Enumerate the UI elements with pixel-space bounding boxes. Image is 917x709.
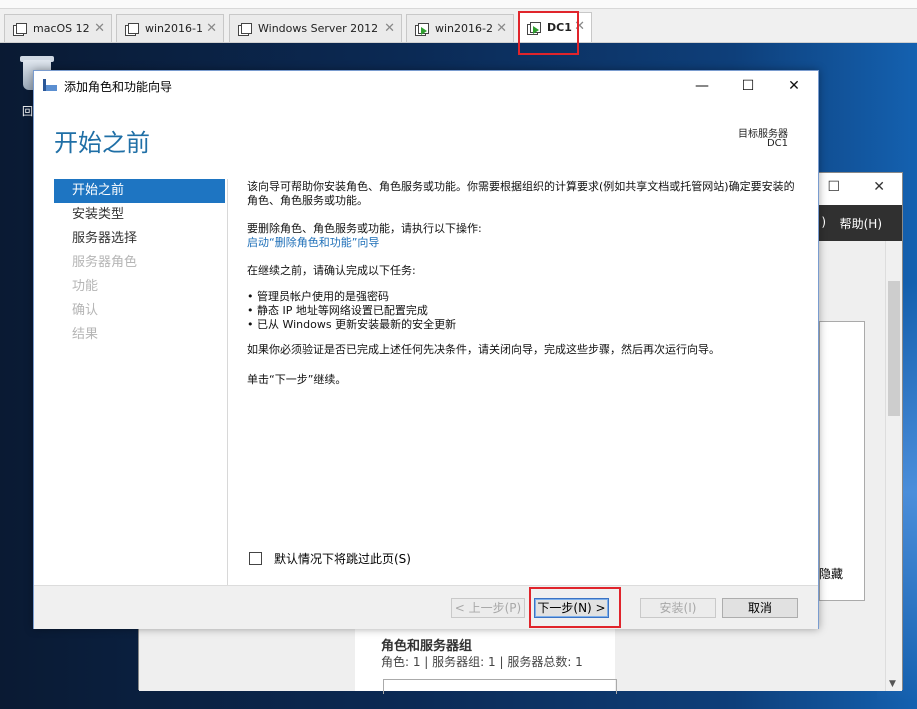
task-list: 管理员帐户使用的是强密码 静态 IP 地址等网络设置已配置完成 已从 Windo… — [247, 290, 802, 332]
vm-icon — [238, 22, 252, 36]
tab-win2016-1[interactable]: win2016-1 ✕ — [116, 14, 224, 42]
maximize-icon[interactable]: ☐ — [726, 74, 770, 98]
install-button[interactable]: 安装(I) — [640, 598, 716, 618]
nav-item-installation-type[interactable]: 安装类型 — [54, 203, 225, 227]
roles-title: 角色和服务器组 — [381, 639, 473, 654]
dashboard-panel — [819, 321, 865, 601]
click-next-text: 单击“下一步”继续。 — [247, 373, 347, 386]
help-menu[interactable]: 帮助(H) — [840, 215, 882, 232]
tab-win2016-2[interactable]: win2016-2 ✕ — [406, 14, 514, 42]
cancel-button[interactable]: 取消 — [722, 598, 798, 618]
tab-label: macOS 12 — [33, 22, 90, 35]
intro-text: 该向导可帮助你安装角色、角色服务或功能。你需要根据组织的计算要求(例如共享文档或… — [247, 180, 795, 207]
minimize-icon[interactable]: — — [680, 74, 724, 98]
tab-label: Windows Server 2012 — [258, 22, 379, 35]
tab-close-icon[interactable]: ✕ — [496, 21, 507, 36]
server-manager-app-icon — [43, 79, 57, 91]
nav-item-before-you-begin[interactable]: 开始之前 — [54, 179, 225, 203]
verify-text: 如果你必须验证是否已完成上述任何先决条件，请关闭向导，完成这些步骤，然后再次运行… — [247, 343, 720, 356]
vm-icon — [125, 22, 139, 36]
list-item: 静态 IP 地址等网络设置已配置完成 — [247, 304, 802, 318]
role-tile[interactable] — [383, 679, 617, 694]
tab-label: win2016-2 — [435, 22, 493, 35]
list-item: 管理员帐户使用的是强密码 — [247, 290, 802, 304]
wizard-titlebar: 添加角色和功能向导 — ☐ ✕ — [34, 71, 818, 101]
confirm-prompt: 在继续之前，请确认完成以下任务: — [247, 264, 416, 277]
nav-item-server-selection[interactable]: 服务器选择 — [54, 227, 225, 251]
maximize-icon[interactable]: ☐ — [827, 179, 840, 195]
wizard-window-title: 添加角色和功能向导 — [64, 80, 173, 94]
tab-close-icon[interactable]: ✕ — [94, 21, 105, 36]
tab-label: win2016-1 — [145, 22, 203, 35]
tab-windows-server-2012[interactable]: Windows Server 2012 ✕ — [229, 14, 402, 42]
wizard-footer: < 上一步(P) 下一步(N) > 安装(I) 取消 — [34, 585, 818, 629]
wizard-nav: 开始之前 安装类型 服务器选择 服务器角色 功能 确认 结果 — [54, 179, 225, 347]
skip-page-checkbox[interactable] — [249, 552, 262, 565]
remove-wizard-link[interactable]: 启动“删除角色和功能”向导 — [247, 236, 802, 250]
previous-button[interactable]: < 上一步(P) — [451, 598, 525, 618]
menu-item-fragment[interactable]: ) — [821, 215, 826, 229]
scroll-down-icon[interactable]: ▼ — [889, 679, 896, 689]
add-roles-features-wizard: 添加角色和功能向导 — ☐ ✕ 开始之前 目标服务器 DC1 开始之前 安装类型… — [33, 70, 819, 629]
vm-tab-bar: macOS 12 ✕ win2016-1 ✕ Windows Server 20… — [0, 0, 917, 43]
roles-and-groups-section: 角色和服务器组 角色: 1 | 服务器组: 1 | 服务器总数: 1 — [355, 621, 617, 694]
recycle-bin-label: 回 — [22, 105, 33, 118]
highlight-box-next-button — [529, 587, 621, 628]
highlight-box-dc1-tab — [518, 11, 579, 55]
nav-divider — [227, 179, 228, 587]
tab-bar-top-strip — [0, 0, 917, 9]
close-icon[interactable]: ✕ — [873, 179, 885, 195]
scrollbar-thumb[interactable] — [888, 281, 900, 416]
roles-summary: 角色: 1 | 服务器组: 1 | 服务器总数: 1 — [381, 655, 583, 669]
tab-macos[interactable]: macOS 12 ✕ — [4, 14, 112, 42]
page-title: 开始之前 — [54, 129, 150, 157]
server-manager-scrollbar[interactable]: ▼ — [885, 241, 902, 691]
skip-page-label: 默认情况下将跳过此页(S) — [274, 552, 411, 566]
close-icon[interactable]: ✕ — [772, 74, 816, 98]
hide-link[interactable]: 隐藏 — [819, 565, 843, 582]
remove-prompt: 要删除角色、角色服务或功能，请执行以下操作: — [247, 222, 482, 235]
wizard-body: 该向导可帮助你安装角色、角色服务或功能。你需要根据组织的计算要求(例如共享文档或… — [247, 180, 802, 387]
list-item: 已从 Windows 更新安装最新的安全更新 — [247, 318, 802, 332]
nav-item-results: 结果 — [72, 327, 99, 342]
skip-page-option[interactable]: 默认情况下将跳过此页(S) — [249, 550, 411, 567]
tab-close-icon[interactable]: ✕ — [384, 21, 395, 36]
nav-item-features: 功能 — [72, 279, 99, 294]
nav-item-confirmation: 确认 — [72, 303, 99, 318]
target-server-value: DC1 — [766, 138, 788, 149]
nav-item-server-roles: 服务器角色 — [72, 255, 138, 270]
tab-close-icon[interactable]: ✕ — [206, 21, 217, 36]
vm-running-icon — [415, 22, 429, 36]
vm-icon — [13, 22, 27, 36]
